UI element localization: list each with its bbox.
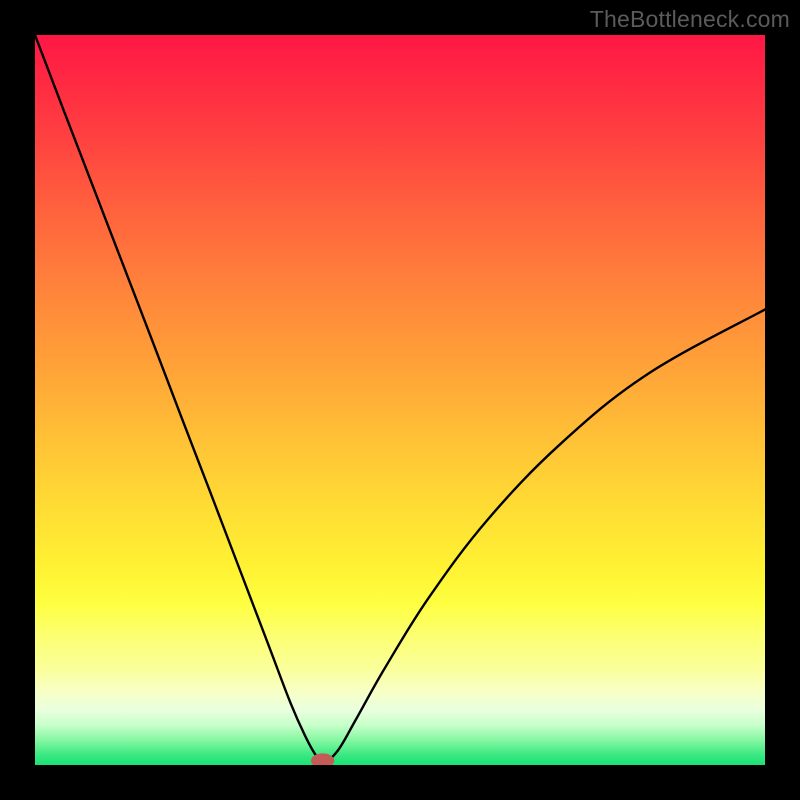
watermark-text: TheBottleneck.com <box>590 6 790 33</box>
chart-plot-area <box>35 35 765 765</box>
chart-frame: TheBottleneck.com <box>0 0 800 800</box>
chart-svg <box>35 35 765 765</box>
background-rect <box>35 35 765 765</box>
